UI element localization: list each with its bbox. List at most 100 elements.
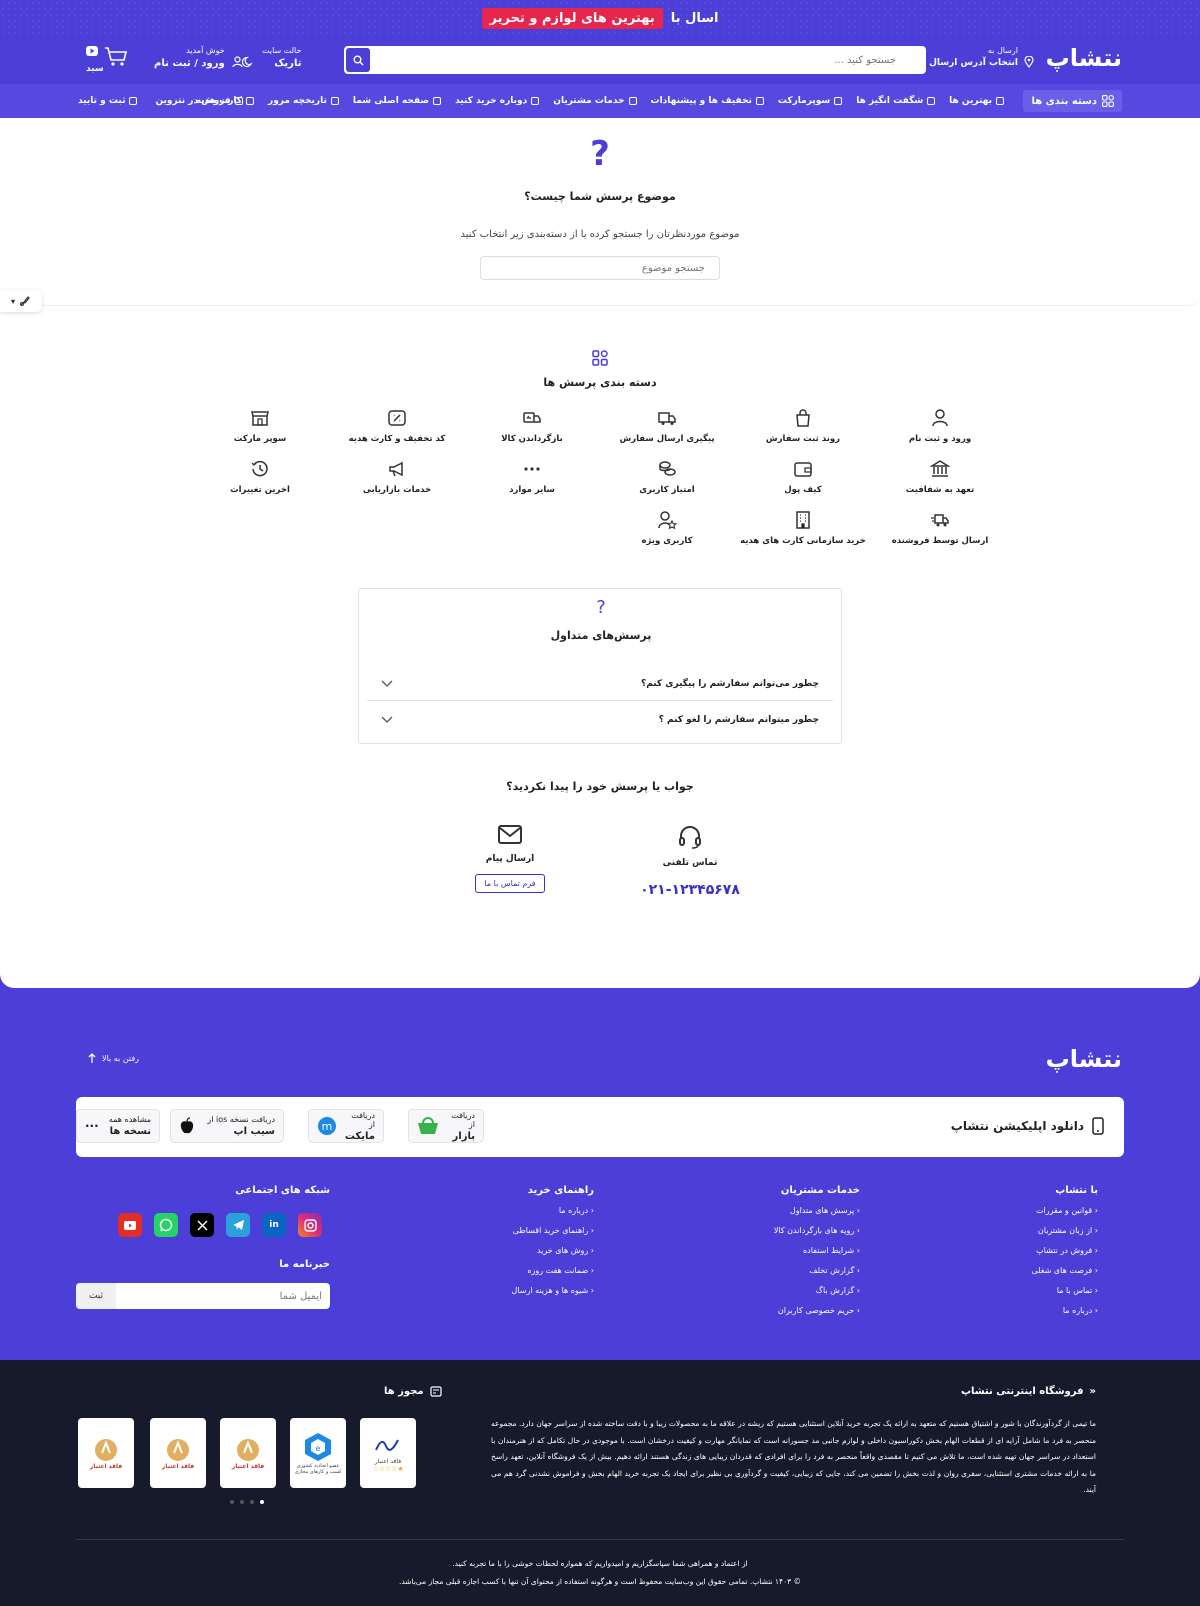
category-item[interactable]: خدمات بازاریابی bbox=[327, 459, 467, 495]
promo-prefix: اسال با bbox=[670, 10, 719, 26]
shop-icon bbox=[234, 97, 243, 105]
address-selector[interactable]: ارسال به انتخاب آدرس ارسال bbox=[929, 46, 1034, 68]
category-item[interactable]: سوپر مارکت bbox=[190, 408, 330, 444]
newsletter-submit-button[interactable]: ثبت bbox=[76, 1283, 116, 1309]
samandehi-badge[interactable]: فاقد اعتبار bbox=[150, 1418, 206, 1488]
category-item[interactable]: اخرین تغییرات bbox=[190, 459, 330, 495]
enamad-badge[interactable]: e عضو اتحادیه کشوری کسب و کارهای مجازی bbox=[290, 1418, 346, 1488]
footer-link[interactable]: ‹ گزارش باگ bbox=[774, 1286, 860, 1295]
login-button[interactable]: خوش آمدید ورود / ثبت نام bbox=[154, 46, 243, 69]
footer-link[interactable]: ‹ پرسش های متداول bbox=[774, 1206, 860, 1215]
category-item[interactable]: سایر موارد bbox=[462, 459, 602, 495]
carousel-dot[interactable] bbox=[250, 1500, 254, 1504]
footer-link[interactable]: ‹ گزارش تخلف bbox=[774, 1266, 860, 1275]
store-about: ما تیمی از گردآورندگان با شور و اشتیاق ه… bbox=[491, 1419, 1096, 1494]
carousel-dot-active[interactable] bbox=[260, 1500, 264, 1504]
theme-toggle[interactable]: حالت سایت تاریک bbox=[242, 46, 301, 69]
app-all-versions-button[interactable]: مشاهده همه نسخه ها ··· bbox=[76, 1109, 160, 1143]
samandehi-badge[interactable]: فاقد اعتبار bbox=[78, 1418, 134, 1488]
app-sibapp-button[interactable]: دریافت نسخه ios از سیب اپ bbox=[170, 1109, 284, 1143]
register-link[interactable]: ثبت و تایید bbox=[78, 96, 138, 106]
footer-link[interactable]: ‹ حریم خصوصی کاربران bbox=[774, 1306, 860, 1315]
app-myket-button[interactable]: دریافت از مایکت m bbox=[308, 1109, 384, 1143]
category-item[interactable]: پیگیری ارسال سفارش bbox=[597, 408, 737, 444]
whatsapp-icon[interactable] bbox=[154, 1213, 178, 1237]
category-item[interactable]: کیف پول bbox=[733, 459, 873, 495]
back-to-top[interactable]: رفتن به بالا bbox=[88, 1053, 139, 1063]
newsletter-email-input[interactable] bbox=[122, 1283, 322, 1309]
history-icon bbox=[251, 460, 268, 477]
chevron-down-icon: ▾ bbox=[10, 296, 15, 306]
carousel-dot[interactable] bbox=[240, 1500, 244, 1504]
app-bazaar-button[interactable]: دریافت از بازار bbox=[408, 1109, 484, 1143]
categories-menu[interactable]: دسته بندی ها bbox=[1023, 90, 1122, 112]
nav-item[interactable]: تخفیف ها و پیشنهادات bbox=[651, 96, 764, 106]
footer-link[interactable]: ‹ درباره ما bbox=[512, 1206, 594, 1215]
nav-items: بهترین ها شگفت انگیز ها سوپرمارکت تخفیف … bbox=[196, 84, 1004, 118]
faq-item[interactable]: چطور می‌توانم سفارشم را پیگیری کنم؟ bbox=[367, 667, 833, 701]
footer-link[interactable]: ‹ از زبان مشتریان bbox=[1031, 1226, 1098, 1235]
footer-col-social: شبکه های اجتماعی bbox=[235, 1185, 330, 1196]
carousel-dot[interactable] bbox=[230, 1500, 234, 1504]
category-item[interactable]: کاربری ویژه bbox=[597, 510, 737, 546]
sell-link[interactable]: فروش در نتزوین bbox=[155, 96, 243, 106]
samandehi-badge[interactable]: فاقد اعتبار bbox=[220, 1418, 276, 1488]
truck-icon bbox=[658, 412, 676, 425]
category-item[interactable]: ورود و ثبت نام bbox=[870, 408, 1010, 444]
x-icon[interactable] bbox=[190, 1213, 214, 1237]
category-item[interactable]: روند ثبت سفارش bbox=[733, 408, 873, 444]
footer-link[interactable]: ‹ تماس با ما bbox=[1031, 1286, 1098, 1295]
edit-tool-button[interactable]: ▾ bbox=[0, 290, 42, 312]
ticket-icon bbox=[388, 410, 406, 426]
footer-link[interactable]: ‹ قوانین و مقررات bbox=[1031, 1206, 1098, 1215]
footer-link[interactable]: ‹ روش های خرید bbox=[512, 1246, 594, 1255]
license-badge[interactable]: فاقد اعتبار ★☆☆☆☆ bbox=[360, 1418, 416, 1488]
newsletter-heading: خبرنامه ما bbox=[279, 1259, 330, 1270]
footer-link[interactable]: ‹ راهنمای خرید اقساطی bbox=[512, 1226, 594, 1235]
faq-item[interactable]: چطور میتوانم سفارشم را لغو کنم ؟ bbox=[367, 703, 833, 737]
footer-logo[interactable]: نتشاپ bbox=[1046, 1045, 1122, 1073]
promo-banner[interactable]: اسال با بهترین های لوازم و تحریر bbox=[0, 0, 1200, 36]
telegram-icon[interactable] bbox=[226, 1213, 250, 1237]
search-input[interactable] bbox=[396, 46, 896, 74]
nav-item[interactable]: دوباره خرید کنید bbox=[455, 96, 540, 106]
category-item[interactable]: کد تخفیف و کارت هدیه bbox=[327, 408, 467, 444]
nav-item[interactable]: شگفت انگیز ها bbox=[856, 96, 936, 106]
nav-item[interactable]: خدمات مشتریان bbox=[553, 96, 637, 106]
chevron-down-icon bbox=[381, 716, 393, 724]
nav-item[interactable]: تاریخچه مرور bbox=[268, 96, 339, 106]
category-item[interactable]: تعهد به شفافیت bbox=[870, 459, 1010, 495]
phone-number[interactable]: ۰۲۱-۱۲۳۴۵۶۷۸ bbox=[620, 882, 760, 898]
faq-title: پرسش‌های متداول bbox=[550, 629, 652, 642]
nav-item[interactable]: سوپرمارکت bbox=[778, 96, 843, 106]
footer-link[interactable]: ‹ فروش در نتشاپ bbox=[1031, 1246, 1098, 1255]
linkedin-icon[interactable]: in bbox=[262, 1213, 286, 1237]
phone-contact[interactable]: تماس تلفنی ۰۲۱-۱۲۳۴۵۶۷۸ bbox=[620, 824, 760, 898]
message-contact: ارسال پیام فرم تماس با ما bbox=[440, 824, 580, 893]
topic-search-input[interactable] bbox=[480, 256, 720, 280]
contact-form-button[interactable]: فرم تماس با ما bbox=[475, 874, 545, 893]
instagram-icon[interactable] bbox=[298, 1213, 322, 1237]
footer-link[interactable]: ‹ درباره ما bbox=[1031, 1306, 1098, 1315]
category-item[interactable]: خرید سازمانی کارت های هدیه bbox=[733, 510, 873, 546]
footer-link[interactable]: ‹ رویه های بازگرداندن کالا bbox=[774, 1226, 860, 1235]
category-item[interactable]: بازگرداندن کالا bbox=[462, 408, 602, 444]
footer-link[interactable]: ‹ شرایط استفاده bbox=[774, 1246, 860, 1255]
site-logo[interactable]: نتشاپ bbox=[1046, 44, 1122, 72]
nav-item[interactable]: بهترین ها bbox=[949, 96, 1004, 106]
question-subtitle: موضوع موردنظرتان را جستجو کرده یا از دست… bbox=[460, 229, 740, 240]
login-greeting: خوش آمدید bbox=[186, 46, 225, 55]
footer-link[interactable]: ‹ ضمانت هفت روزه bbox=[512, 1266, 594, 1275]
cart-button[interactable]: سبد bbox=[86, 44, 130, 76]
search-button[interactable] bbox=[346, 48, 370, 72]
user-icon bbox=[932, 409, 948, 427]
category-item[interactable]: امتیاز کاربری bbox=[597, 459, 737, 495]
footer-link[interactable]: ‹ فرصت های شغلی bbox=[1031, 1266, 1098, 1275]
nav-item[interactable]: صفحه اصلی شما bbox=[353, 96, 442, 106]
category-item[interactable]: ارسال توسط فروشنده bbox=[870, 510, 1010, 546]
footer-link[interactable]: ‹ شیوه ها و هزینه ارسال bbox=[512, 1286, 594, 1295]
user-star-icon bbox=[658, 511, 677, 530]
categories-label: دسته بندی ها bbox=[1031, 95, 1097, 107]
svg-text:e: e bbox=[316, 1444, 321, 1453]
youtube-icon[interactable] bbox=[118, 1213, 142, 1237]
